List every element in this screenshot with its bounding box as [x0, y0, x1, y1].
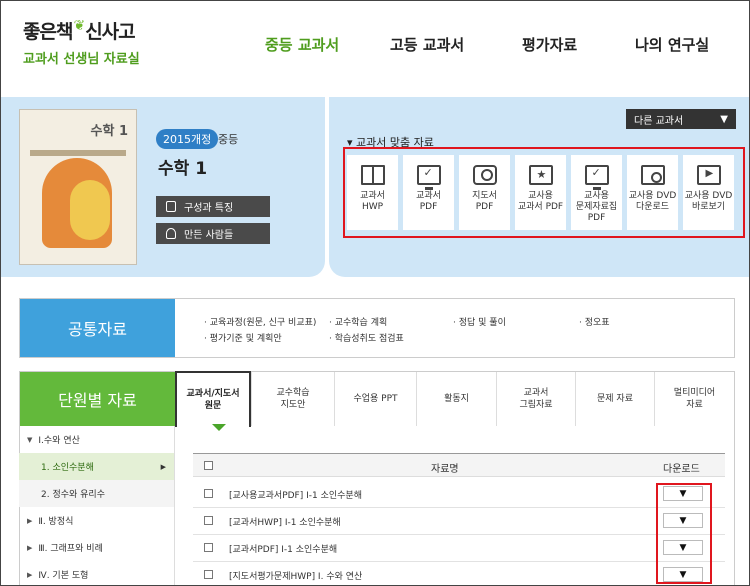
sidebar-item-prime-factorization[interactable]: 1. 소인수분해 ▶ — [19, 453, 174, 480]
common-link-answers[interactable]: · 정답 및 풀이 — [453, 315, 506, 328]
row-title: [지도서평가문제HWP] Ⅰ. 수와 연산 — [229, 572, 363, 582]
book-cover: 수학 1 — [19, 109, 137, 265]
features-button[interactable]: 구성과 특징 — [156, 196, 270, 217]
common-link-evaluation[interactable]: · 평가기준 및 계획안 — [204, 331, 282, 344]
active-tab-indicator — [212, 424, 226, 431]
row-title: [교사용교과서PDF] Ⅰ-1 소인수분해 — [229, 491, 362, 501]
sidebar-item-integers[interactable]: 2. 정수와 유리수 — [19, 480, 174, 507]
tab-worksheet[interactable]: 활동지 — [416, 372, 496, 426]
row-checkbox[interactable] — [204, 543, 213, 552]
other-textbook-select[interactable]: 다른 교과서 ▼ — [626, 109, 736, 129]
collapsed-arrow-icon: ▶ — [27, 543, 33, 552]
row-checkbox[interactable] — [204, 570, 213, 579]
row-checkbox[interactable] — [204, 489, 213, 498]
authors-button[interactable]: 만든 사람들 — [156, 223, 270, 244]
dropdown-arrow-icon: ▼ — [720, 113, 728, 125]
table-row: [교과서PDF] Ⅰ-1 소인수분해 ▼ — [193, 535, 725, 562]
nav-high-school[interactable]: 고등 교과서 — [390, 34, 464, 55]
row-title: [교과서PDF] Ⅰ-1 소인수분해 — [229, 545, 338, 555]
common-link-achievement[interactable]: · 학습성취도 점검표 — [329, 331, 404, 344]
book-cover-title: 수학 1 — [90, 124, 129, 139]
checklist-icon — [166, 201, 176, 212]
common-link-teaching-plan[interactable]: · 교수학습 계획 — [329, 315, 387, 328]
tab-original[interactable]: 교과서/지도서 원문 — [175, 371, 251, 427]
site-subtitle: 교과서 선생님 자료실 — [23, 52, 140, 67]
sidebar-chapter-4[interactable]: ▶ Ⅳ. 기본 도형 — [19, 561, 174, 585]
curriculum-badge: 2015개정 — [156, 129, 219, 149]
leaf-icon: ❦ — [73, 18, 85, 34]
highlight-box-downloads — [656, 483, 712, 584]
highlight-box-resources — [343, 147, 745, 238]
sidebar-chapter-3[interactable]: ▶ Ⅲ. 그래프와 비례 — [19, 534, 174, 561]
person-icon — [166, 228, 176, 239]
nav-middle-school[interactable]: 중등 교과서 — [265, 34, 339, 55]
column-download-header: 다운로드 — [663, 464, 700, 475]
table-row: [지도서평가문제HWP] Ⅰ. 수와 연산 ▼ — [193, 562, 725, 585]
common-resources-tab[interactable]: 공통자료 — [20, 299, 175, 357]
collapsed-arrow-icon: ▶ — [27, 516, 33, 525]
row-checkbox[interactable] — [204, 516, 213, 525]
tab-textbook-images[interactable]: 교과서 그림자료 — [496, 372, 575, 426]
tab-class-ppt[interactable]: 수업용 PPT — [334, 372, 416, 426]
school-level: 중등 — [218, 133, 239, 146]
tab-lesson-plan[interactable]: 교수학습 지도안 — [251, 372, 334, 426]
common-link-errata[interactable]: · 정오표 — [579, 315, 610, 328]
common-link-curriculum[interactable]: · 교육과정(원문, 신구 비교표) — [204, 315, 316, 328]
select-all-checkbox[interactable] — [204, 461, 213, 470]
unit-sidebar: ▼ Ⅰ.수와 연산 1. 소인수분해 ▶ 2. 정수와 유리수 ▶ Ⅱ. 방정식 ▶ Ⅲ… — [19, 426, 175, 585]
logo[interactable]: 좋은책❦신사고 교과서 선생님 자료실 — [23, 17, 140, 67]
sidebar-chapter-2[interactable]: ▶ Ⅱ. 방정식 — [19, 507, 174, 534]
common-resources-section: 공통자료 — [19, 298, 735, 358]
table-row: [교과서HWP] Ⅰ-1 소인수분해 ▼ — [193, 508, 725, 535]
nav-my-lab[interactable]: 나의 연구실 — [635, 34, 709, 55]
logo-text: 좋은책❦신사고 — [23, 18, 136, 43]
nav-assessment[interactable]: 평가자료 — [522, 34, 577, 55]
unit-resources-tab[interactable]: 단원별 자료 — [20, 372, 175, 426]
collapsed-arrow-icon: ▶ — [27, 570, 33, 579]
chevron-right-icon: ▶ — [160, 462, 166, 471]
tab-multimedia[interactable]: 멀티미디어 자료 — [654, 372, 734, 426]
book-subject-title: 수학 1 — [158, 159, 208, 179]
sidebar-chapter-1[interactable]: ▼ Ⅰ.수와 연산 — [19, 426, 174, 453]
table-row: [교사용교과서PDF] Ⅰ-1 소인수분해 ▼ — [193, 481, 725, 508]
column-name-header: 자료명 — [431, 464, 459, 475]
page: 좋은책❦신사고 교과서 선생님 자료실 중등 교과서 고등 교과서 평가자료 나… — [0, 0, 750, 586]
tab-problem-materials[interactable]: 문제 자료 — [575, 372, 654, 426]
table-header: 자료명 다운로드 — [193, 453, 725, 477]
row-title: [교과서HWP] Ⅰ-1 소인수분해 — [229, 518, 341, 528]
expanded-arrow-icon: ▼ — [27, 435, 33, 444]
